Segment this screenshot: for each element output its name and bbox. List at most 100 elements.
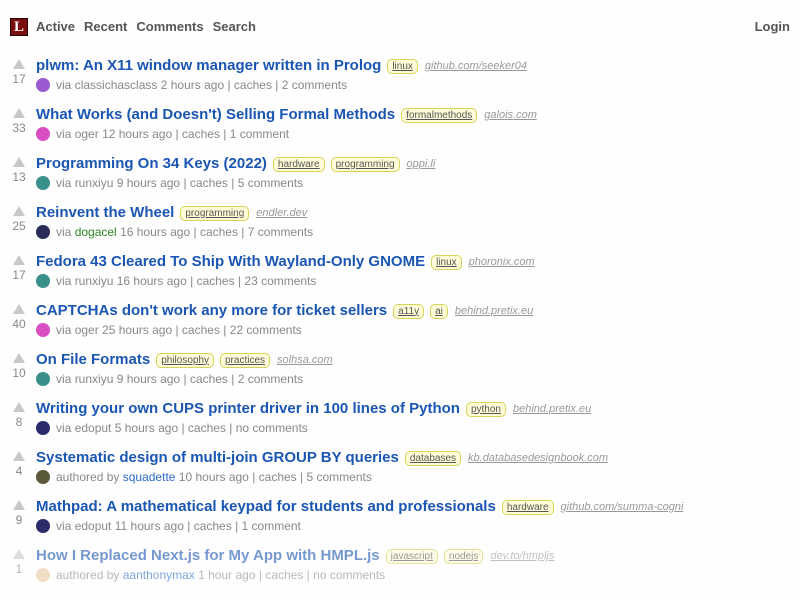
story-comments-link[interactable]: no comments (236, 421, 308, 435)
user-avatar[interactable] (36, 568, 50, 582)
user-avatar[interactable] (36, 519, 50, 533)
story-comments-link[interactable]: 7 comments (248, 225, 313, 239)
story-title[interactable]: Reinvent the Wheel (36, 204, 174, 222)
story-comments-link[interactable]: 1 comment (230, 127, 289, 141)
story-domain[interactable]: solhsa.com (277, 354, 333, 366)
nav-active[interactable]: Active (36, 19, 75, 35)
story-tag[interactable]: ai (430, 303, 448, 319)
story-caches-link[interactable]: caches (182, 323, 220, 337)
story-tag[interactable]: a11y (393, 303, 425, 319)
story-caches-link[interactable]: caches (190, 372, 228, 386)
upvote-arrow-icon[interactable] (13, 108, 25, 118)
story-domain[interactable]: kb.databasedesignbook.com (468, 452, 608, 464)
story-caches-link[interactable]: caches (259, 470, 297, 484)
story-title[interactable]: Mathpad: A mathematical keypad for stude… (36, 498, 496, 516)
story-row: 13 Programming On 34 Keys (2022) hardwar… (0, 154, 800, 203)
upvote-arrow-icon[interactable] (13, 304, 25, 314)
story-username[interactable]: runxiyu (75, 176, 114, 190)
upvote-arrow-icon[interactable] (13, 59, 25, 69)
story-comments-link[interactable]: 1 comment (242, 519, 301, 533)
upvote-arrow-icon[interactable] (13, 500, 25, 510)
story-username[interactable]: dogacel (75, 225, 117, 239)
story-tag[interactable]: formalmethods (401, 107, 478, 123)
story-title[interactable]: How I Replaced Next.js for My App with H… (36, 547, 380, 565)
story-username[interactable]: squadette (123, 470, 176, 484)
story-username[interactable]: oger (75, 127, 99, 141)
story-title[interactable]: Systematic design of multi-join GROUP BY… (36, 449, 399, 467)
story-caches-link[interactable]: caches (197, 274, 235, 288)
story-username[interactable]: oger (75, 323, 99, 337)
story-domain[interactable]: galois.com (484, 109, 537, 121)
story-tag[interactable]: philosophy (156, 352, 214, 368)
story-tag[interactable]: javascript (385, 548, 438, 564)
login-link[interactable]: Login (755, 19, 790, 35)
upvote-arrow-icon[interactable] (13, 255, 25, 265)
story-domain[interactable]: phoronix.com (469, 256, 535, 268)
story-tag[interactable]: databases (404, 450, 462, 466)
story-caches-link[interactable]: caches (265, 568, 303, 582)
story-comments-link[interactable]: 2 comments (282, 78, 347, 92)
story-caches-link[interactable]: caches (234, 78, 272, 92)
story-tag[interactable]: linux (387, 58, 418, 74)
story-title[interactable]: On File Formats (36, 351, 150, 369)
story-domain[interactable]: github.com/summa-cogni (561, 501, 684, 513)
user-avatar[interactable] (36, 127, 50, 141)
story-row: 33 What Works (and Doesn't) Selling Form… (0, 105, 800, 154)
story-title[interactable]: plwm: An X11 window manager written in P… (36, 57, 381, 75)
story-domain[interactable]: behind.pretix.eu (455, 305, 533, 317)
story-tag[interactable]: programming (330, 156, 400, 172)
story-domain[interactable]: endler.dev (256, 207, 307, 219)
upvote-arrow-icon[interactable] (13, 549, 25, 559)
user-avatar[interactable] (36, 225, 50, 239)
user-avatar[interactable] (36, 470, 50, 484)
site-logo[interactable]: L (10, 18, 28, 36)
upvote-arrow-icon[interactable] (13, 206, 25, 216)
story-tag[interactable]: python (465, 401, 506, 417)
story-title[interactable]: CAPTCHAs don't work any more for ticket … (36, 302, 387, 320)
user-avatar[interactable] (36, 274, 50, 288)
upvote-arrow-icon[interactable] (13, 451, 25, 461)
story-tag[interactable]: practices (220, 352, 271, 368)
story-domain[interactable]: oppi.li (407, 158, 436, 170)
story-username[interactable]: runxiyu (75, 372, 114, 386)
story-caches-link[interactable]: caches (200, 225, 238, 239)
story-title[interactable]: Programming On 34 Keys (2022) (36, 155, 267, 173)
story-tag[interactable]: hardware (501, 499, 554, 515)
user-avatar[interactable] (36, 372, 50, 386)
story-username[interactable]: edoput (75, 519, 112, 533)
upvote-arrow-icon[interactable] (13, 353, 25, 363)
story-caches-link[interactable]: caches (182, 127, 220, 141)
nav-search[interactable]: Search (213, 19, 256, 35)
story-username[interactable]: edoput (75, 421, 112, 435)
user-avatar[interactable] (36, 78, 50, 92)
story-tag[interactable]: nodejs (443, 548, 484, 564)
story-username[interactable]: runxiyu (75, 274, 114, 288)
story-comments-link[interactable]: 5 comments (238, 176, 303, 190)
upvote-arrow-icon[interactable] (13, 157, 25, 167)
story-comments-link[interactable]: 23 comments (244, 274, 316, 288)
story-username[interactable]: classichasclass (75, 78, 158, 92)
nav-comments[interactable]: Comments (136, 19, 203, 35)
story-caches-link[interactable]: caches (190, 176, 228, 190)
user-avatar[interactable] (36, 176, 50, 190)
user-avatar[interactable] (36, 323, 50, 337)
story-caches-link[interactable]: caches (188, 421, 226, 435)
story-username[interactable]: aanthonymax (123, 568, 195, 582)
upvote-arrow-icon[interactable] (13, 402, 25, 412)
story-tag[interactable]: programming (180, 205, 250, 221)
story-domain[interactable]: behind.pretix.eu (513, 403, 591, 415)
story-tag[interactable]: linux (431, 254, 462, 270)
user-avatar[interactable] (36, 421, 50, 435)
story-title[interactable]: Fedora 43 Cleared To Ship With Wayland-O… (36, 253, 425, 271)
story-title[interactable]: What Works (and Doesn't) Selling Formal … (36, 106, 395, 124)
story-domain[interactable]: github.com/seeker04 (425, 60, 527, 72)
nav-recent[interactable]: Recent (84, 19, 127, 35)
story-tag[interactable]: hardware (272, 156, 325, 172)
story-caches-link[interactable]: caches (194, 519, 232, 533)
story-comments-link[interactable]: no comments (313, 568, 385, 582)
story-comments-link[interactable]: 2 comments (238, 372, 303, 386)
story-comments-link[interactable]: 22 comments (230, 323, 302, 337)
story-title[interactable]: Writing your own CUPS printer driver in … (36, 400, 460, 418)
story-comments-link[interactable]: 5 comments (306, 470, 371, 484)
story-domain[interactable]: dev.to/hmpljs (490, 550, 554, 562)
